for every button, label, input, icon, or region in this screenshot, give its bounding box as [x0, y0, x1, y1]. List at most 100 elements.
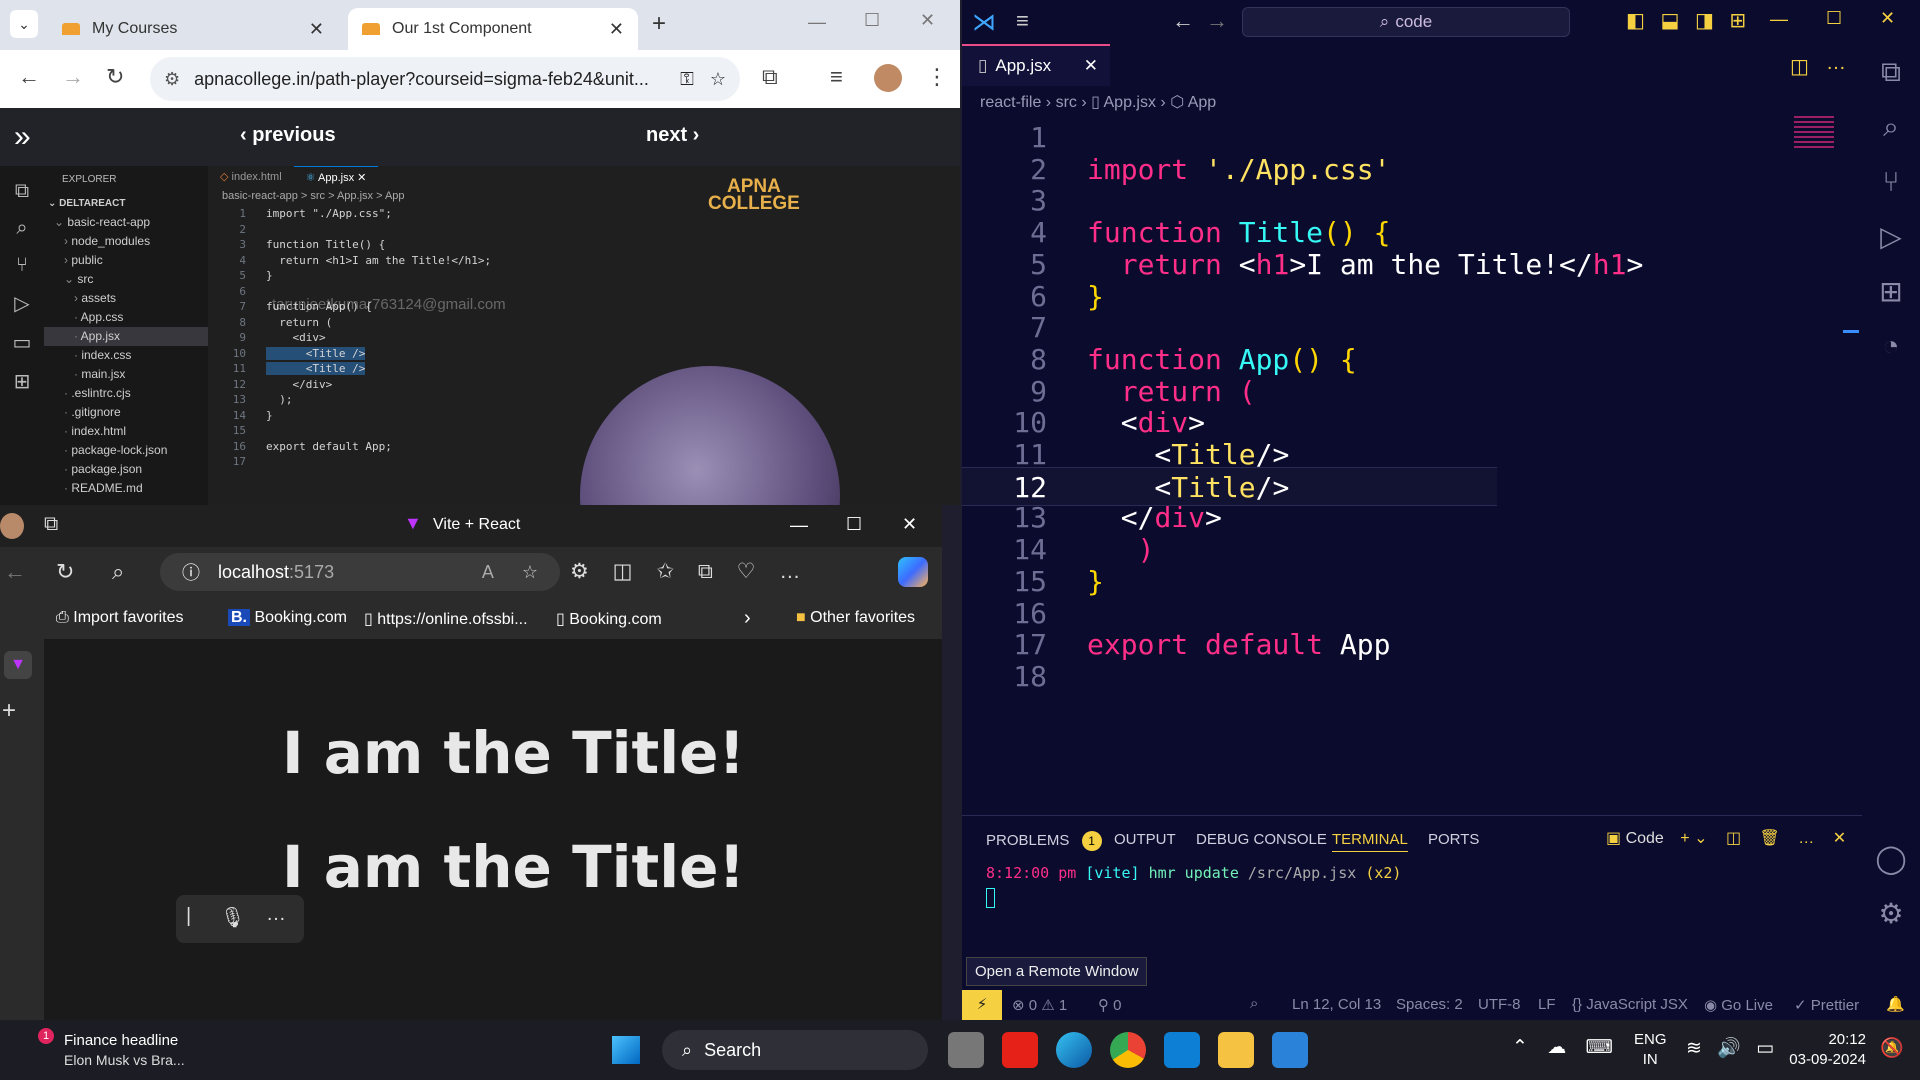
photos-app-icon[interactable]	[1272, 1032, 1308, 1068]
edge-app-icon[interactable]	[1056, 1032, 1092, 1068]
reload-icon[interactable]: ↻	[106, 64, 124, 90]
start-button[interactable]	[612, 1036, 640, 1064]
line-ending[interactable]: LF	[1538, 996, 1556, 1013]
minimize-button[interactable]: —	[1770, 9, 1788, 30]
toggle-primary-sidebar-icon[interactable]: ◧	[1626, 10, 1645, 32]
cursor-position[interactable]: Ln 12, Col 13	[1292, 996, 1381, 1013]
toggle-secondary-sidebar-icon[interactable]: ◨	[1695, 10, 1714, 32]
edge-devtools-icon[interactable]: ◔	[1862, 330, 1920, 362]
fav-booking-1[interactable]: B. Booking.com	[228, 609, 347, 627]
tab-search-button[interactable]: ⌄	[10, 10, 38, 38]
extensions-icon[interactable]: ⊞	[1862, 275, 1920, 308]
breadcrumb-item[interactable]: App	[1188, 94, 1216, 111]
customize-layout-icon[interactable]: ⊞	[1729, 10, 1746, 32]
health-icon[interactable]: ♡	[737, 560, 756, 583]
profile-avatar[interactable]	[874, 64, 902, 92]
forward-arrow-icon[interactable]: →	[62, 64, 84, 90]
fav-other[interactable]: ■ Other favorites	[796, 609, 915, 627]
back-arrow-icon[interactable]: ←	[18, 64, 40, 90]
minimap[interactable]	[1794, 116, 1834, 150]
maximize-button[interactable]: ☐	[846, 514, 862, 535]
new-tab-button[interactable]: +	[652, 10, 666, 38]
split-terminal-icon[interactable]: ◫	[1726, 830, 1741, 847]
kill-terminal-icon[interactable]: 🗑	[1760, 830, 1780, 847]
nav-forward-icon[interactable]: →	[1206, 8, 1228, 34]
tab-our-1st-component[interactable]: Our 1st Component ✕	[348, 8, 638, 50]
refresh-icon[interactable]: ↻	[56, 559, 74, 585]
task-view-icon[interactable]	[948, 1032, 984, 1068]
tab-problems[interactable]: PROBLEMS 1	[986, 831, 1102, 851]
fav-overflow-chevron-icon[interactable]: ›	[744, 607, 751, 630]
back-arrow-icon[interactable]: ←	[4, 559, 26, 585]
bookmark-star-icon[interactable]: ☆	[710, 69, 726, 90]
keyboard-icon[interactable]: ⌨	[1585, 1037, 1612, 1058]
more-actions-icon[interactable]: …	[1798, 830, 1814, 847]
close-window-button[interactable]: ✕	[920, 10, 935, 31]
settings-gear-icon[interactable]: ⚙	[1862, 897, 1920, 930]
close-tab-icon[interactable]: ✕	[309, 19, 324, 40]
tab-ports[interactable]: PORTS	[1428, 831, 1479, 848]
prettier[interactable]: ✓ Prettier	[1794, 996, 1859, 1014]
remote-indicator[interactable]: ⚡	[962, 990, 1002, 1020]
encoding[interactable]: UTF-8	[1478, 996, 1521, 1013]
maximize-button[interactable]: ☐	[1826, 8, 1842, 29]
breadcrumb-item[interactable]: App.jsx	[1104, 94, 1156, 111]
close-window-button[interactable]: ✕	[902, 514, 917, 535]
next-link[interactable]: next ›	[646, 124, 699, 147]
tab-my-courses[interactable]: My Courses ✕	[48, 8, 338, 50]
scrollbar-marker[interactable]	[1843, 330, 1859, 333]
address-bar[interactable]: ⓘ localhost:5173 A ☆	[160, 553, 560, 591]
go-live[interactable]: ◉ Go Live	[1704, 996, 1773, 1014]
extensions-icon[interactable]: ⚙	[570, 560, 589, 583]
favorites-icon[interactable]: ✩	[656, 560, 674, 583]
tab-output[interactable]: OUTPUT	[1114, 831, 1176, 848]
taskbar-search[interactable]: ⌕ Search	[662, 1030, 928, 1070]
menu-hamburger-icon[interactable]: ≡	[1016, 8, 1029, 34]
search-icon[interactable]: ⌕	[1862, 111, 1920, 144]
news-widget[interactable]: 1 Finance headline Elon Musk vs Bra...	[24, 1028, 224, 1070]
split-screen-icon[interactable]: ◫	[613, 560, 633, 583]
language-mode[interactable]: {} JavaScript JSX	[1572, 996, 1688, 1013]
zoom-icon[interactable]: ⌕	[1250, 995, 1258, 1012]
close-tab-icon[interactable]: ✕	[1084, 56, 1098, 76]
minimize-button[interactable]: —	[808, 12, 826, 33]
vscode-app-icon[interactable]	[1164, 1032, 1200, 1068]
terminal-output[interactable]: 8:12:00 pm [vite] hmr update /src/App.js…	[986, 864, 1401, 882]
run-debug-icon[interactable]: ▷	[1862, 220, 1920, 253]
terminal-dropdown-icon[interactable]: ⌄	[1694, 830, 1707, 847]
tray-chevron-icon[interactable]: ⌃	[1512, 1037, 1528, 1058]
fav-import[interactable]: ⎙ Import favorites	[56, 609, 184, 627]
extensions-icon[interactable]: ⧉	[762, 64, 778, 90]
command-center[interactable]: ⌕ code	[1242, 7, 1570, 37]
read-aloud-icon[interactable]: A	[482, 562, 494, 583]
close-tab-icon[interactable]: ✕	[609, 19, 624, 40]
drag-handle[interactable]: |	[186, 905, 191, 928]
menu-dots-icon[interactable]: ⋮	[926, 64, 948, 90]
close-panel-icon[interactable]: ✕	[1833, 830, 1846, 847]
copilot-icon[interactable]	[898, 557, 928, 587]
media-control-icon[interactable]: ≡	[830, 64, 843, 90]
source-control-icon[interactable]: ⑂	[1862, 166, 1920, 198]
breadcrumb-item[interactable]: react-file	[980, 94, 1041, 111]
toggle-panel-icon[interactable]: ⬓	[1660, 10, 1679, 32]
address-bar[interactable]: ⚙ apnacollege.in/path-player?courseid=si…	[150, 57, 740, 101]
problems-status[interactable]: ⊗ 0 ⚠ 1	[1012, 996, 1067, 1014]
tab-debug-console[interactable]: DEBUG CONSOLE	[1196, 831, 1327, 848]
maximize-button[interactable]: ☐	[864, 10, 880, 31]
more-dots-icon[interactable]: …	[266, 903, 286, 926]
workspaces-icon[interactable]: ⧉	[44, 513, 58, 536]
tab-terminal[interactable]: TERMINAL	[1332, 831, 1408, 852]
favorite-star-icon[interactable]: ☆	[522, 562, 538, 583]
file-explorer-icon[interactable]	[1218, 1032, 1254, 1068]
password-key-icon[interactable]: ⚿	[680, 69, 694, 90]
search-icon[interactable]: ⌕	[112, 559, 124, 585]
more-actions-icon[interactable]: …	[1826, 52, 1846, 75]
explorer-icon[interactable]: ⧉	[1862, 56, 1920, 89]
quick-settings[interactable]: ≋ 🔊 ▭	[1686, 1036, 1774, 1060]
profile-avatar[interactable]	[0, 513, 24, 539]
split-editor-icon[interactable]: ◫	[1790, 54, 1809, 79]
site-info-icon[interactable]: ⓘ	[182, 559, 200, 585]
notifications-icon[interactable]: 🔕	[1880, 1036, 1904, 1060]
collections-icon[interactable]: ⧉	[698, 560, 713, 583]
nav-back-icon[interactable]: ←	[1172, 8, 1194, 34]
